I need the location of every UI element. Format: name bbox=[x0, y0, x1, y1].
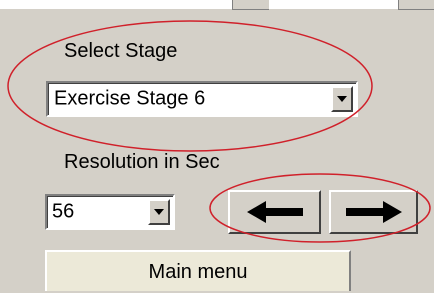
next-button[interactable] bbox=[329, 190, 418, 234]
stage-dropdown-value: Exercise Stage 6 bbox=[54, 87, 206, 110]
arrow-right-icon bbox=[345, 201, 402, 223]
resolution-dropdown-value: 56 bbox=[52, 200, 75, 223]
stage-dropdown[interactable]: Exercise Stage 6 bbox=[46, 81, 358, 117]
top-strip bbox=[0, 0, 434, 9]
previous-button[interactable] bbox=[228, 190, 321, 234]
top-control-edge bbox=[232, 0, 269, 10]
chevron-down-icon bbox=[337, 96, 347, 102]
main-menu-button[interactable]: Main menu bbox=[45, 250, 351, 291]
chevron-down-icon bbox=[154, 209, 164, 215]
top-control-edge bbox=[398, 0, 434, 10]
resolution-dropdown[interactable]: 56 bbox=[45, 194, 175, 230]
resolution-dropdown-button[interactable] bbox=[148, 199, 170, 225]
stage-dropdown-button[interactable] bbox=[331, 86, 353, 112]
resolution-label: Resolution in Sec bbox=[64, 151, 220, 173]
arrow-left-icon bbox=[246, 201, 303, 223]
select-stage-label: Select Stage bbox=[64, 40, 178, 62]
